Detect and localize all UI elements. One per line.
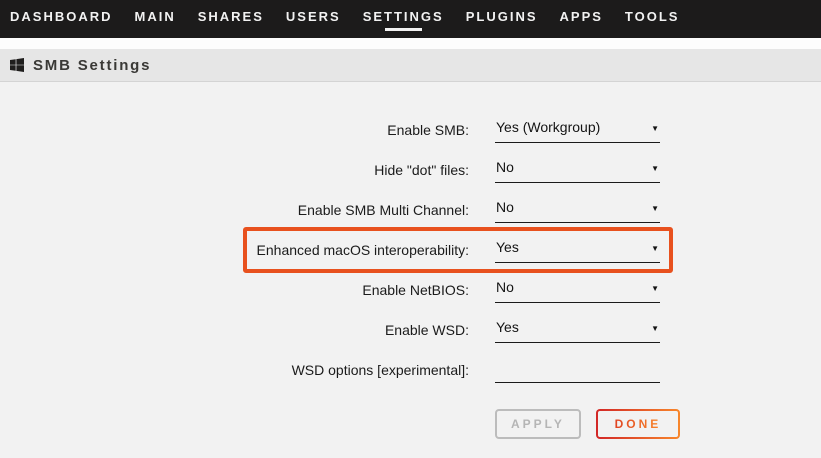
nav-item-tools[interactable]: TOOLS (625, 7, 680, 31)
form-row-enable-wsd: Enable WSD: Yes ▼ (0, 310, 821, 350)
apply-button[interactable]: APPLY (495, 409, 581, 439)
nav-item-settings[interactable]: SETTINGS (363, 7, 444, 31)
enhanced-macos-select[interactable]: Yes ▼ (495, 237, 660, 263)
enhanced-macos-value: Yes (496, 239, 519, 255)
form-buttons: APPLY DONE (495, 409, 821, 439)
enable-netbios-label: Enable NetBIOS: (0, 282, 469, 298)
hide-dot-files-select[interactable]: No ▼ (495, 157, 660, 183)
form-row-smb-multi-channel: Enable SMB Multi Channel: No ▼ (0, 190, 821, 230)
enable-smb-label: Enable SMB: (0, 122, 469, 138)
done-button[interactable]: DONE (596, 409, 680, 439)
form-row-wsd-options: WSD options [experimental]: (0, 350, 821, 390)
hide-dot-files-value: No (496, 159, 514, 175)
enable-wsd-label: Enable WSD: (0, 322, 469, 338)
dropdown-arrow-icon: ▼ (651, 164, 659, 173)
spacer-strip (0, 38, 821, 49)
nav-item-users[interactable]: USERS (286, 7, 341, 31)
dropdown-arrow-icon: ▼ (651, 124, 659, 133)
done-button-label: DONE (615, 417, 662, 431)
dropdown-arrow-icon: ▼ (651, 324, 659, 333)
enable-smb-select[interactable]: Yes (Workgroup) ▼ (495, 117, 660, 143)
enable-wsd-select[interactable]: Yes ▼ (495, 317, 660, 343)
dropdown-arrow-icon: ▼ (651, 204, 659, 213)
nav-item-apps[interactable]: APPS (560, 7, 603, 31)
nav-item-dashboard[interactable]: DASHBOARD (10, 7, 113, 31)
nav-item-shares[interactable]: SHARES (198, 7, 264, 31)
wsd-options-label: WSD options [experimental]: (0, 362, 469, 378)
page-header: SMB Settings (0, 49, 821, 82)
form-row-enable-smb: Enable SMB: Yes (Workgroup) ▼ (0, 110, 821, 150)
enhanced-macos-label: Enhanced macOS interoperability: (0, 242, 469, 258)
form-row-enhanced-macos: Enhanced macOS interoperability: Yes ▼ (0, 230, 821, 270)
enable-wsd-value: Yes (496, 319, 519, 335)
smb-multi-channel-select[interactable]: No ▼ (495, 197, 660, 223)
nav-item-plugins[interactable]: PLUGINS (466, 7, 538, 31)
smb-settings-form: Enable SMB: Yes (Workgroup) ▼ Hide "dot"… (0, 82, 821, 439)
form-row-hide-dot-files: Hide "dot" files: No ▼ (0, 150, 821, 190)
wsd-options-input[interactable] (495, 357, 660, 383)
enable-netbios-select[interactable]: No ▼ (495, 277, 660, 303)
nav-item-main[interactable]: MAIN (135, 7, 176, 31)
form-row-enable-netbios: Enable NetBIOS: No ▼ (0, 270, 821, 310)
enable-netbios-value: No (496, 279, 514, 295)
smb-multi-channel-label: Enable SMB Multi Channel: (0, 202, 469, 218)
enable-smb-value: Yes (Workgroup) (496, 119, 600, 135)
windows-logo-icon (10, 58, 24, 72)
hide-dot-files-label: Hide "dot" files: (0, 162, 469, 178)
dropdown-arrow-icon: ▼ (651, 284, 659, 293)
top-navigation: DASHBOARD MAIN SHARES USERS SETTINGS PLU… (0, 0, 821, 38)
smb-multi-channel-value: No (496, 199, 514, 215)
page-title: SMB Settings (33, 57, 151, 74)
dropdown-arrow-icon: ▼ (651, 244, 659, 253)
